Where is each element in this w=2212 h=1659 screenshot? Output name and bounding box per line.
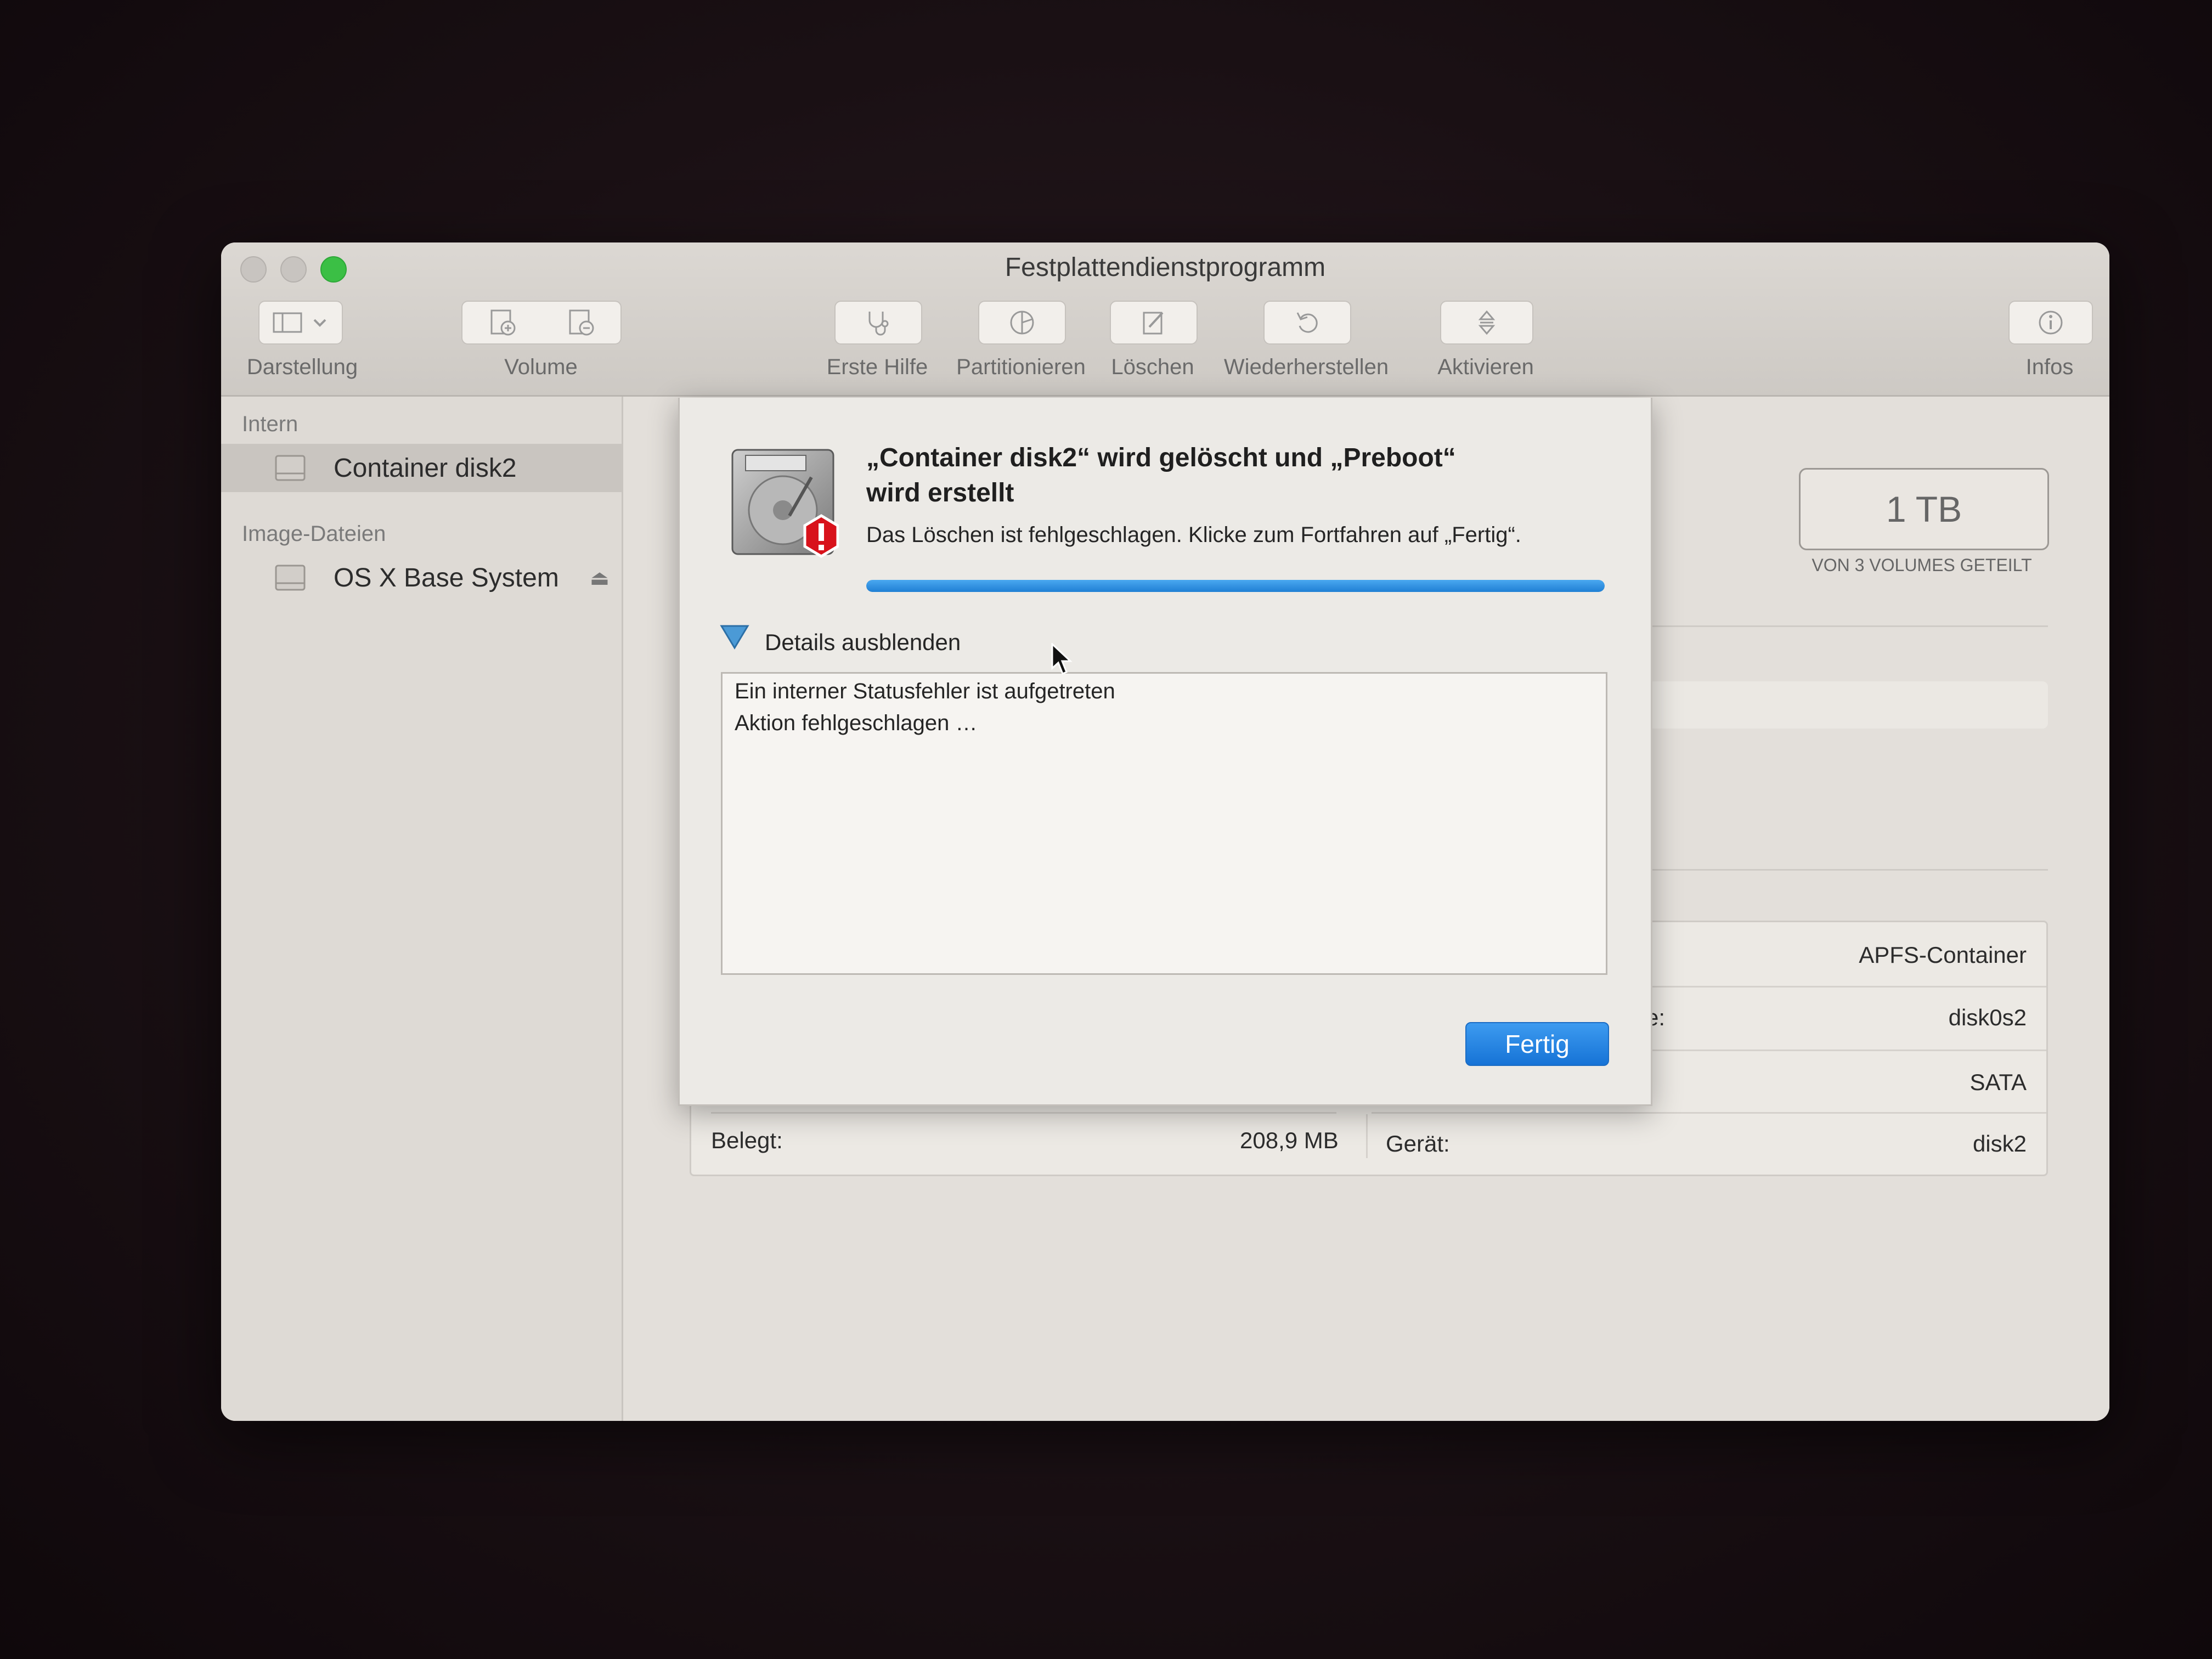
used-value: 208,9 MB	[1240, 1127, 1339, 1153]
mount-icon	[1478, 310, 1496, 335]
dialog-title: „Container disk2“ wird gelöscht und „Pre…	[866, 441, 1579, 511]
divider	[1646, 986, 2046, 988]
mount-label: Aktivieren	[1437, 355, 1534, 379]
sidebar-item-os-x-base-system[interactable]: OS X Base System ⏏	[221, 554, 622, 602]
column-divider	[1366, 1114, 1368, 1158]
divider	[711, 1112, 1336, 1114]
sidebar-item-container-disk2[interactable]: Container disk2	[221, 444, 622, 492]
details-toggle-label[interactable]: Details ausblenden	[765, 629, 961, 656]
sidebar: Intern Container disk2 Image-Dateien OS …	[221, 397, 623, 1421]
first-aid-button[interactable]	[834, 301, 922, 345]
log-line: Aktion fehlgeschlagen …	[735, 711, 978, 735]
device-id-value: disk2	[1972, 1131, 2027, 1156]
usage-bar	[1647, 681, 2048, 729]
log-line: Ein interner Statusfehler ist aufgetrete…	[735, 679, 1115, 703]
erase-button[interactable]	[1110, 301, 1198, 345]
remove-volume-icon	[569, 309, 594, 336]
progress-bar-fill	[866, 580, 1605, 592]
used-label: Belegt:	[711, 1127, 783, 1153]
info-icon	[2039, 311, 2063, 335]
restore-label: Wiederherstellen	[1223, 355, 1389, 379]
done-button[interactable]: Fertig	[1465, 1022, 1609, 1066]
progress-bar	[866, 580, 1605, 592]
partition-pie-icon	[1010, 311, 1034, 335]
erase-label: Löschen	[1111, 355, 1194, 379]
info-label: Infos	[2025, 355, 2074, 379]
sidebar-item-label: Container disk2	[334, 453, 517, 483]
remove-volume-button[interactable]	[541, 301, 622, 345]
capacity-box: 1 TB	[1799, 468, 2049, 550]
mouse-pointer-icon	[1051, 643, 1073, 675]
volume-label: Volume	[504, 355, 578, 379]
dialog-message: Das Löschen ist fehlgeschlagen. Klicke z…	[866, 523, 1521, 547]
eject-icon[interactable]: ⏏	[590, 566, 610, 590]
disclosure-triangle-icon[interactable]	[719, 623, 750, 650]
sidebar-section-internal: Intern	[242, 412, 298, 436]
connection-value: SATA	[1970, 1069, 2027, 1095]
device-label: Gerät:	[1386, 1131, 1450, 1156]
titlebar: Festplattendienstprogramm Darstellung Vo…	[221, 242, 2109, 397]
sidebar-section-images: Image-Dateien	[242, 522, 386, 546]
hard-disk-error-icon	[731, 449, 839, 558]
add-volume-icon	[490, 309, 516, 336]
add-volume-button[interactable]	[461, 301, 544, 345]
type-value: APFS-Container	[1859, 942, 2027, 968]
erase-icon	[1143, 312, 1164, 335]
divider	[1372, 1112, 2046, 1114]
mount-button[interactable]	[1440, 301, 1533, 345]
dialog-title-line-2: wird erstellt	[866, 478, 1014, 507]
restore-button[interactable]	[1263, 301, 1351, 345]
restore-arrow-icon	[1296, 312, 1318, 333]
info-button[interactable]	[2008, 301, 2093, 345]
internal-disk-icon	[274, 453, 307, 483]
device-value: disk0s2	[1948, 1005, 2027, 1030]
erase-progress-sheet: „Container disk2“ wird gelöscht und „Pre…	[678, 398, 1652, 1106]
first-aid-label: Erste Hilfe	[826, 355, 928, 379]
divider	[1647, 869, 2048, 871]
window-title: Festplattendienstprogramm	[1005, 253, 1326, 282]
view-button[interactable]	[258, 301, 343, 345]
divider	[1646, 1049, 2046, 1051]
partition-button[interactable]	[978, 301, 1066, 345]
view-label: Darstellung	[246, 355, 358, 379]
sidebar-item-label: OS X Base System	[334, 563, 559, 592]
partition-label: Partitionieren	[956, 355, 1086, 379]
details-log[interactable]: Ein interner Statusfehler ist aufgetrete…	[721, 672, 1607, 975]
divider	[1647, 625, 2048, 627]
dialog-title-line-1: „Container disk2“ wird gelöscht und „Pre…	[866, 443, 1456, 472]
stethoscope-icon	[868, 312, 889, 336]
disk-image-icon	[274, 562, 307, 593]
sidebar-view-icon	[273, 312, 326, 333]
capacity-subtitle: VON 3 VOLUMES GETEILT	[1812, 555, 2032, 575]
disk-utility-window: Festplattendienstprogramm Darstellung Vo…	[221, 242, 2109, 1421]
